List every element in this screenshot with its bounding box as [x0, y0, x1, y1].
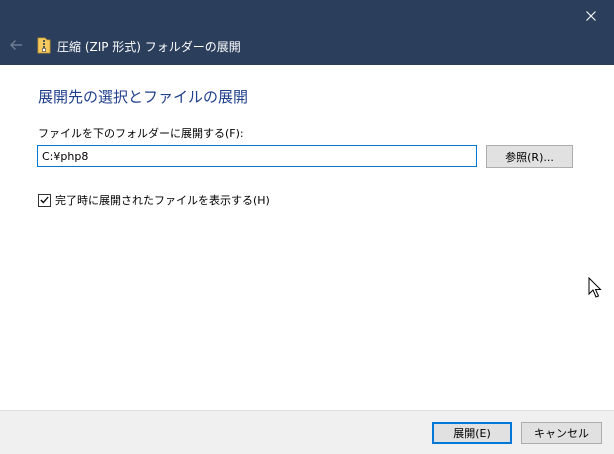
show-files-checkbox[interactable]	[38, 193, 51, 207]
page-heading: 展開先の選択とファイルの展開	[38, 88, 249, 106]
show-files-checkbox-label: 完了時に展開されたファイルを表示する(H)	[55, 194, 270, 207]
checkmark-icon	[40, 196, 49, 204]
zip-folder-icon	[37, 37, 51, 54]
back-arrow-icon	[10, 40, 22, 50]
footer-bar: 展開(E) キャンセル	[0, 410, 614, 454]
destination-input[interactable]	[37, 145, 477, 167]
close-button[interactable]	[568, 0, 614, 31]
title-bar: 圧縮 (ZIP 形式) フォルダーの展開	[0, 0, 614, 65]
browse-button[interactable]: 参照(R)...	[486, 145, 573, 168]
close-icon	[586, 10, 596, 21]
show-files-checkbox-row[interactable]: 完了時に展開されたファイルを表示する(H)	[38, 192, 270, 208]
extract-button[interactable]: 展開(E)	[432, 422, 512, 444]
destination-label: ファイルを下のフォルダーに展開する(F):	[38, 127, 244, 140]
cancel-button[interactable]: キャンセル	[521, 422, 602, 444]
mouse-cursor-icon	[588, 277, 602, 298]
back-button[interactable]	[6, 36, 26, 54]
window-title: 圧縮 (ZIP 形式) フォルダーの展開	[57, 40, 241, 54]
